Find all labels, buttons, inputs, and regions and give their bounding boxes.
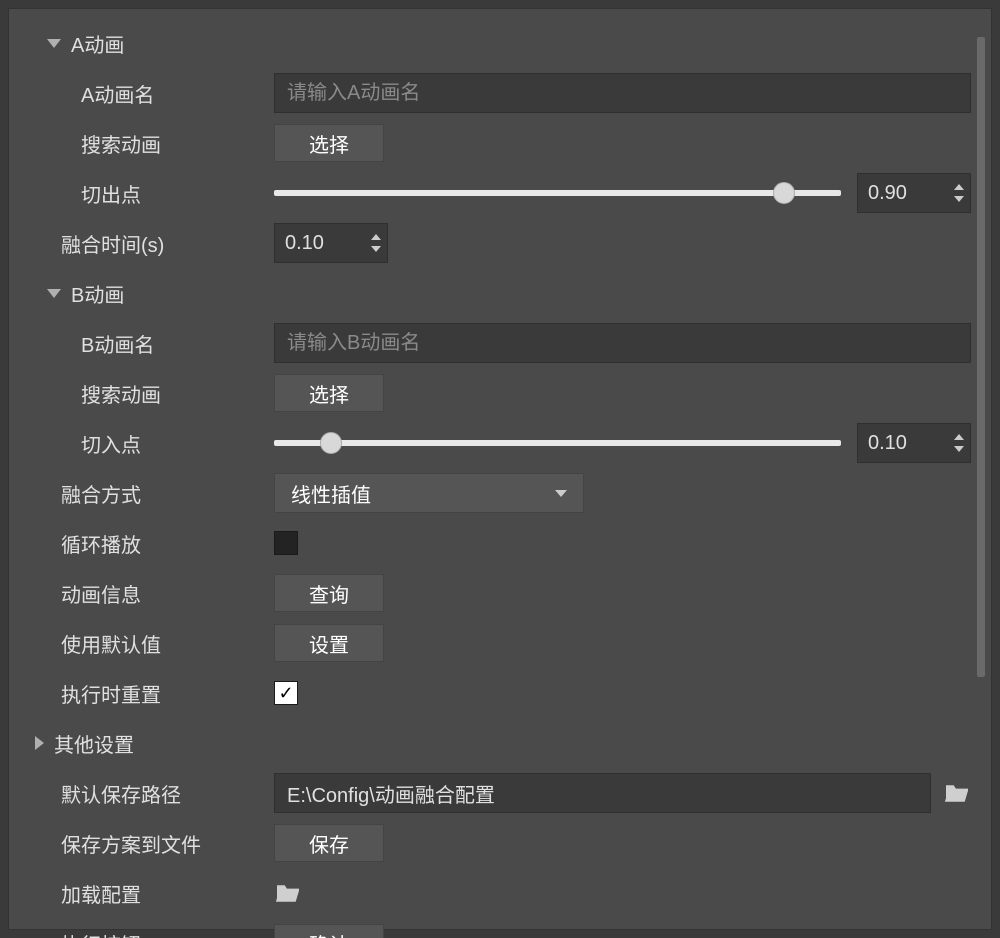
settings-panel: A动画 A动画名 搜索动画 选择 切出点 bbox=[8, 8, 992, 930]
load-cfg-label: 加载配置 bbox=[61, 879, 141, 908]
blend-mode-dropdown[interactable]: 线性插值 bbox=[274, 473, 584, 513]
b-cutin-label: 切入点 bbox=[81, 429, 141, 458]
anim-info-label: 动画信息 bbox=[61, 579, 141, 608]
blend-time-label: 融合时间(s) bbox=[61, 229, 164, 258]
save-file-button[interactable]: 保存 bbox=[274, 824, 384, 862]
b-name-input[interactable] bbox=[274, 323, 971, 363]
a-name-label: A动画名 bbox=[81, 79, 154, 108]
a-cutout-label: 切出点 bbox=[81, 179, 141, 208]
section-a-label: A动画 bbox=[71, 29, 124, 58]
a-cutout-spin[interactable] bbox=[857, 173, 971, 213]
blend-time-value[interactable] bbox=[275, 224, 365, 262]
arrow-up-icon[interactable] bbox=[954, 434, 964, 440]
section-b-header[interactable]: B动画 bbox=[19, 269, 971, 317]
section-other-header[interactable]: 其他设置 bbox=[19, 719, 971, 767]
runtime-reset-checkbox[interactable]: ✓ bbox=[274, 681, 298, 705]
a-search-label: 搜索动画 bbox=[81, 129, 161, 158]
folder-open-icon[interactable] bbox=[943, 782, 971, 804]
scrollbar[interactable] bbox=[977, 37, 985, 677]
save-file-label: 保存方案到文件 bbox=[61, 829, 201, 858]
section-a-header[interactable]: A动画 bbox=[19, 19, 971, 67]
section-b-label: B动画 bbox=[71, 279, 124, 308]
blend-time-spin[interactable] bbox=[274, 223, 388, 263]
loop-label: 循环播放 bbox=[61, 529, 141, 558]
b-search-label: 搜索动画 bbox=[81, 379, 161, 408]
b-select-button[interactable]: 选择 bbox=[274, 374, 384, 412]
a-select-button[interactable]: 选择 bbox=[274, 124, 384, 162]
slider-thumb[interactable] bbox=[773, 182, 795, 204]
a-cutout-slider[interactable] bbox=[274, 190, 841, 196]
exec-label: 执行按钮 bbox=[61, 929, 141, 938]
blend-mode-label: 融合方式 bbox=[61, 479, 141, 508]
section-other-label: 其他设置 bbox=[54, 729, 134, 758]
arrow-down-icon[interactable] bbox=[954, 446, 964, 452]
chevron-down-icon bbox=[47, 39, 61, 48]
use-default-label: 使用默认值 bbox=[61, 629, 161, 658]
b-cutin-value[interactable] bbox=[858, 424, 948, 462]
b-cutin-spin[interactable] bbox=[857, 423, 971, 463]
arrow-up-icon[interactable] bbox=[954, 184, 964, 190]
chevron-right-icon bbox=[35, 736, 44, 750]
chevron-down-icon bbox=[555, 490, 567, 497]
a-name-input[interactable] bbox=[274, 73, 971, 113]
slider-thumb[interactable] bbox=[320, 432, 342, 454]
chevron-down-icon bbox=[47, 289, 61, 298]
save-path-input[interactable] bbox=[274, 773, 931, 813]
arrow-down-icon[interactable] bbox=[371, 246, 381, 252]
arrow-up-icon[interactable] bbox=[371, 234, 381, 240]
runtime-reset-label: 执行时重置 bbox=[61, 679, 161, 708]
loop-checkbox[interactable] bbox=[274, 531, 298, 555]
save-path-label: 默认保存路径 bbox=[61, 779, 181, 808]
b-cutin-slider[interactable] bbox=[274, 440, 841, 446]
b-name-label: B动画名 bbox=[81, 329, 154, 358]
blend-mode-value: 线性插值 bbox=[291, 479, 371, 508]
a-cutout-value[interactable] bbox=[858, 174, 948, 212]
arrow-down-icon[interactable] bbox=[954, 196, 964, 202]
folder-open-icon[interactable] bbox=[274, 882, 302, 904]
use-default-button[interactable]: 设置 bbox=[274, 624, 384, 662]
anim-info-button[interactable]: 查询 bbox=[274, 574, 384, 612]
exec-button[interactable]: 确认 bbox=[274, 924, 384, 938]
